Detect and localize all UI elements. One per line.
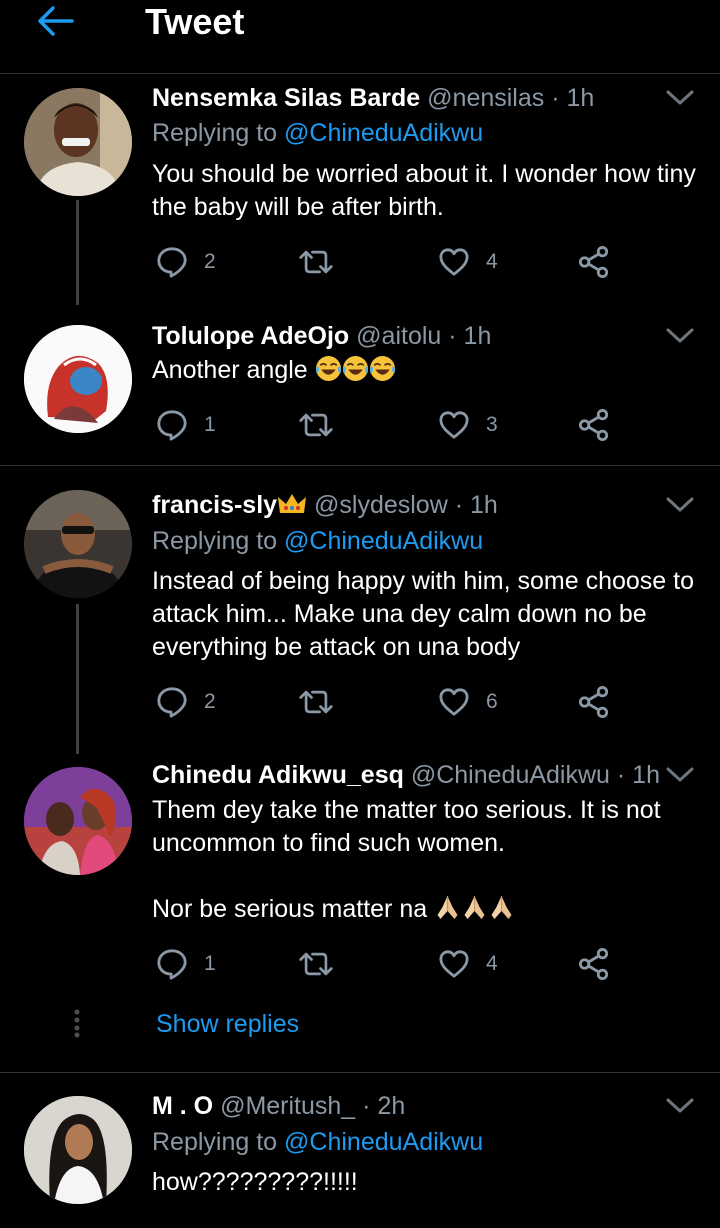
thread-line	[76, 604, 79, 754]
retweet-icon	[298, 688, 334, 716]
author-name[interactable]: M . O	[152, 1092, 213, 1120]
retweet-button[interactable]	[298, 405, 334, 445]
reply-count: 1	[204, 413, 216, 436]
replying-to-mention[interactable]: @ChineduAdikwu	[284, 527, 483, 555]
tweet-text: how?????????!!!!!	[152, 1168, 358, 1196]
chevron-down-icon[interactable]	[666, 766, 694, 784]
timestamp: · 1h	[454, 491, 498, 519]
share-button[interactable]	[578, 242, 610, 282]
like-icon	[438, 949, 470, 979]
tweet-text: Instead of being happy with him, some ch…	[152, 567, 694, 661]
avatar[interactable]	[24, 88, 132, 196]
tweet-text-line2: Nor be serious matter na	[152, 895, 428, 923]
replying-to-label: Replying to	[152, 527, 278, 555]
share-button[interactable]	[578, 944, 610, 984]
reply-icon	[156, 409, 188, 441]
chevron-down-icon[interactable]	[666, 496, 694, 514]
top-bar: Tweet	[0, 0, 720, 74]
share-icon	[578, 948, 610, 980]
timestamp: · 1h	[448, 322, 492, 350]
reply-count: 1	[204, 952, 216, 975]
tweet-actions: 2 4	[152, 242, 632, 282]
crown-emoji-icon	[278, 494, 307, 513]
avatar[interactable]	[24, 1096, 132, 1204]
share-button[interactable]	[578, 682, 610, 722]
timestamp: · 2h	[362, 1092, 406, 1120]
reply-count: 2	[204, 690, 216, 713]
timestamp: · 1h	[616, 761, 660, 789]
like-count: 4	[486, 250, 498, 273]
like-icon	[438, 687, 470, 717]
reply-icon	[156, 686, 188, 718]
retweet-icon	[298, 411, 334, 439]
face-with-tears-of-joy-icon	[315, 355, 342, 382]
replying-to-label: Replying to	[152, 1128, 278, 1156]
replying-to-mention[interactable]: @ChineduAdikwu	[284, 119, 483, 147]
avatar[interactable]	[24, 767, 132, 875]
more-replies-dots-icon	[74, 1009, 80, 1038]
reply-button[interactable]: 1	[156, 405, 216, 445]
author-name[interactable]: Chinedu Adikwu_esq	[152, 761, 404, 789]
divider	[0, 1072, 720, 1073]
retweet-button[interactable]	[298, 682, 334, 722]
reply-count: 2	[204, 250, 216, 273]
author-handle[interactable]: @ChineduAdikwu	[411, 761, 610, 789]
show-replies-link[interactable]: Show replies	[156, 1010, 299, 1039]
avatar[interactable]	[24, 325, 132, 433]
author-handle[interactable]: @Meritush_	[220, 1092, 355, 1120]
share-icon	[578, 409, 610, 441]
like-icon	[438, 410, 470, 440]
page-title: Tweet	[145, 1, 245, 42]
like-count: 3	[486, 413, 498, 436]
author-handle[interactable]: @aitolu	[356, 322, 441, 350]
tweet-text: Them dey take the matter too serious. It…	[152, 796, 661, 857]
like-button[interactable]: 4	[438, 944, 498, 984]
chevron-down-icon[interactable]	[666, 89, 694, 107]
replying-to-mention[interactable]: @ChineduAdikwu	[284, 1128, 483, 1156]
like-button[interactable]: 3	[438, 405, 498, 445]
folded-hands-icon	[488, 893, 515, 921]
reply-icon	[156, 246, 188, 278]
share-button[interactable]	[578, 405, 610, 445]
retweet-button[interactable]	[298, 944, 334, 984]
replying-to-label: Replying to	[152, 119, 278, 147]
author-handle[interactable]: @nensilas	[427, 84, 544, 112]
like-button[interactable]: 6	[438, 682, 498, 722]
share-icon	[578, 246, 610, 278]
back-arrow-icon[interactable]	[36, 4, 76, 38]
face-with-tears-of-joy-icon	[342, 355, 369, 382]
tweet-actions: 2 6	[152, 682, 632, 722]
like-icon	[438, 247, 470, 277]
divider	[0, 465, 720, 466]
folded-hands-icon	[461, 893, 488, 921]
tweet-actions: 1 3	[152, 405, 632, 445]
like-count: 6	[486, 690, 498, 713]
reply-icon	[156, 948, 188, 980]
folded-hands-icon	[434, 893, 461, 921]
author-name[interactable]: francis-sly	[152, 491, 277, 519]
tweet-actions: 1 4	[152, 944, 632, 984]
author-name[interactable]: Nensemka Silas Barde	[152, 84, 420, 112]
author-name[interactable]: Tolulope AdeOjo	[152, 322, 349, 350]
reply-button[interactable]: 2	[156, 682, 216, 722]
timestamp: · 1h	[551, 84, 595, 112]
retweet-icon	[298, 248, 334, 276]
share-icon	[578, 686, 610, 718]
reply-button[interactable]: 2	[156, 242, 216, 282]
chevron-down-icon[interactable]	[666, 327, 694, 345]
retweet-button[interactable]	[298, 242, 334, 282]
face-with-tears-of-joy-icon	[369, 355, 396, 382]
like-count: 4	[486, 952, 498, 975]
like-button[interactable]: 4	[438, 242, 498, 282]
reply-button[interactable]: 1	[156, 944, 216, 984]
avatar[interactable]	[24, 490, 132, 598]
retweet-icon	[298, 950, 334, 978]
tweet-text: You should be worried about it. I wonder…	[152, 160, 696, 221]
thread-line	[76, 200, 79, 305]
chevron-down-icon[interactable]	[666, 1097, 694, 1115]
author-handle[interactable]: @slydeslow	[314, 491, 448, 519]
tweet-text: Another angle	[152, 356, 308, 384]
